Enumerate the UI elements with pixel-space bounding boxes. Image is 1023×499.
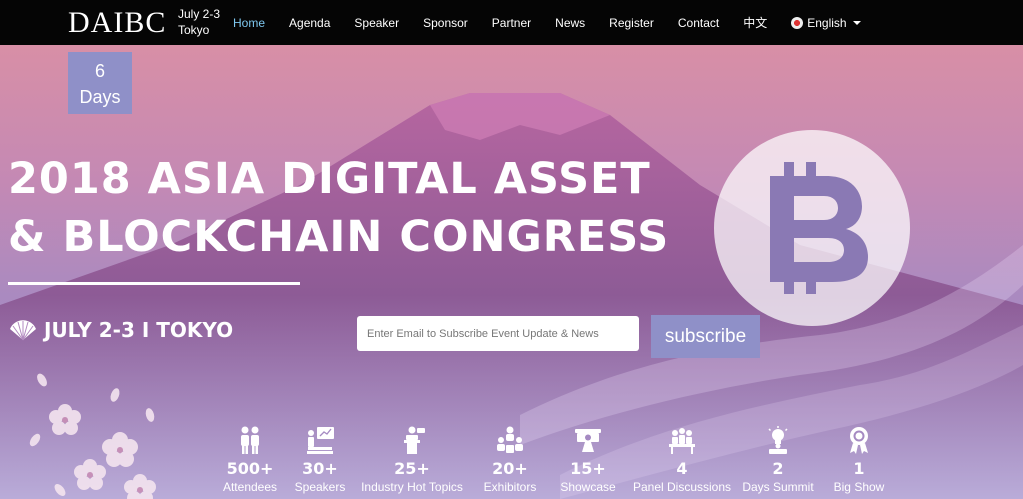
stat-label: Big Show (833, 480, 885, 494)
subscribe-email-input[interactable] (357, 316, 639, 351)
nav-news[interactable]: News (555, 16, 585, 30)
uk-flag-icon (791, 16, 804, 29)
stat-label: Days Summit (742, 480, 814, 494)
stat-value: 2 (772, 459, 784, 478)
stat-panel-discussions: 4 Panel Discussions (630, 425, 734, 495)
stat-speakers: 30+ Speakers (288, 425, 352, 495)
nav-home[interactable]: Home (233, 16, 265, 30)
stat-label: Showcase (560, 480, 616, 494)
language-label: English (807, 15, 847, 30)
chevron-down-icon (852, 20, 861, 25)
hero-date-location: JULY 2-3 I TOKYO (8, 318, 233, 342)
stat-hot-topics: 25+ Industry Hot Topics (356, 425, 468, 495)
top-navbar: DAIBC July 2-3 Tokyo Home Agenda Speaker… (0, 0, 1023, 45)
fan-icon (10, 320, 36, 341)
event-date-location: July 2-3 Tokyo (178, 6, 220, 38)
countdown-unit: Days (79, 87, 121, 107)
stat-value: 20+ (492, 459, 528, 478)
stat-label: Industry Hot Topics (361, 480, 463, 494)
subscribe-button[interactable]: subscribe (651, 315, 760, 358)
speaker-podium-icon (404, 426, 425, 454)
group-icon (497, 426, 523, 453)
cherry-blossoms-decoration (29, 373, 156, 499)
event-city: Tokyo (178, 23, 210, 37)
nav-register[interactable]: Register (609, 16, 654, 30)
stat-value: 4 (676, 459, 688, 478)
hero-title-line1: 2018 ASIA DIGITAL ASSET (8, 154, 651, 204)
countdown-badge: 6 Days (68, 52, 132, 114)
stat-showcase: 15+ Showcase (552, 425, 624, 495)
stat-label: Exhibitors (483, 480, 537, 494)
people-icon (241, 426, 259, 454)
stat-label: Panel Discussions (632, 480, 732, 494)
stat-value: 30+ (302, 459, 338, 478)
language-dropdown[interactable]: English (791, 15, 861, 30)
stat-big-show: 1 Big Show (824, 425, 894, 495)
event-stats: 500+ Attendees 30+ Speakers 25+ Industry… (210, 425, 900, 499)
nav-contact[interactable]: Contact (678, 16, 719, 30)
bitcoin-icon (714, 130, 910, 326)
nav-speaker[interactable]: Speaker (354, 16, 399, 30)
nav-chinese[interactable]: 中文 (743, 14, 767, 31)
nav-partner[interactable]: Partner (492, 16, 531, 30)
panel-icon (669, 428, 695, 454)
event-date: July 2-3 (178, 7, 221, 21)
stat-value: 25+ (394, 459, 430, 478)
stat-value: 500+ (226, 459, 274, 478)
stat-value: 1 (853, 459, 865, 478)
stat-days-summit: 2 Days Summit (740, 425, 816, 495)
daibc-logo[interactable]: DAIBC (68, 6, 166, 40)
stat-attendees: 500+ Attendees (218, 425, 282, 495)
hero-date-text: JULY 2-3 I TOKYO (44, 318, 234, 342)
stat-label: Speakers (294, 480, 346, 494)
countdown-value: 6 (94, 61, 105, 81)
award-icon (850, 427, 868, 454)
title-divider (8, 282, 300, 285)
presentation-icon (307, 427, 334, 454)
hero-title-line2: & BLOCKCHAIN CONGRESS (8, 212, 670, 262)
nav-sponsor[interactable]: Sponsor (423, 16, 468, 30)
stat-value: 15+ (570, 459, 606, 478)
main-menu: Home Agenda Speaker Sponsor Partner News… (233, 0, 861, 45)
landing-page: DAIBC July 2-3 Tokyo Home Agenda Speaker… (0, 0, 1023, 499)
hero-title: 2018 ASIA DIGITAL ASSET & BLOCKCHAIN CON… (8, 150, 669, 266)
stat-label: Attendees (222, 480, 278, 494)
stat-exhibitors: 20+ Exhibitors (474, 425, 546, 495)
projector-icon (575, 429, 601, 452)
nav-agenda[interactable]: Agenda (289, 16, 330, 30)
idea-icon (768, 426, 788, 454)
